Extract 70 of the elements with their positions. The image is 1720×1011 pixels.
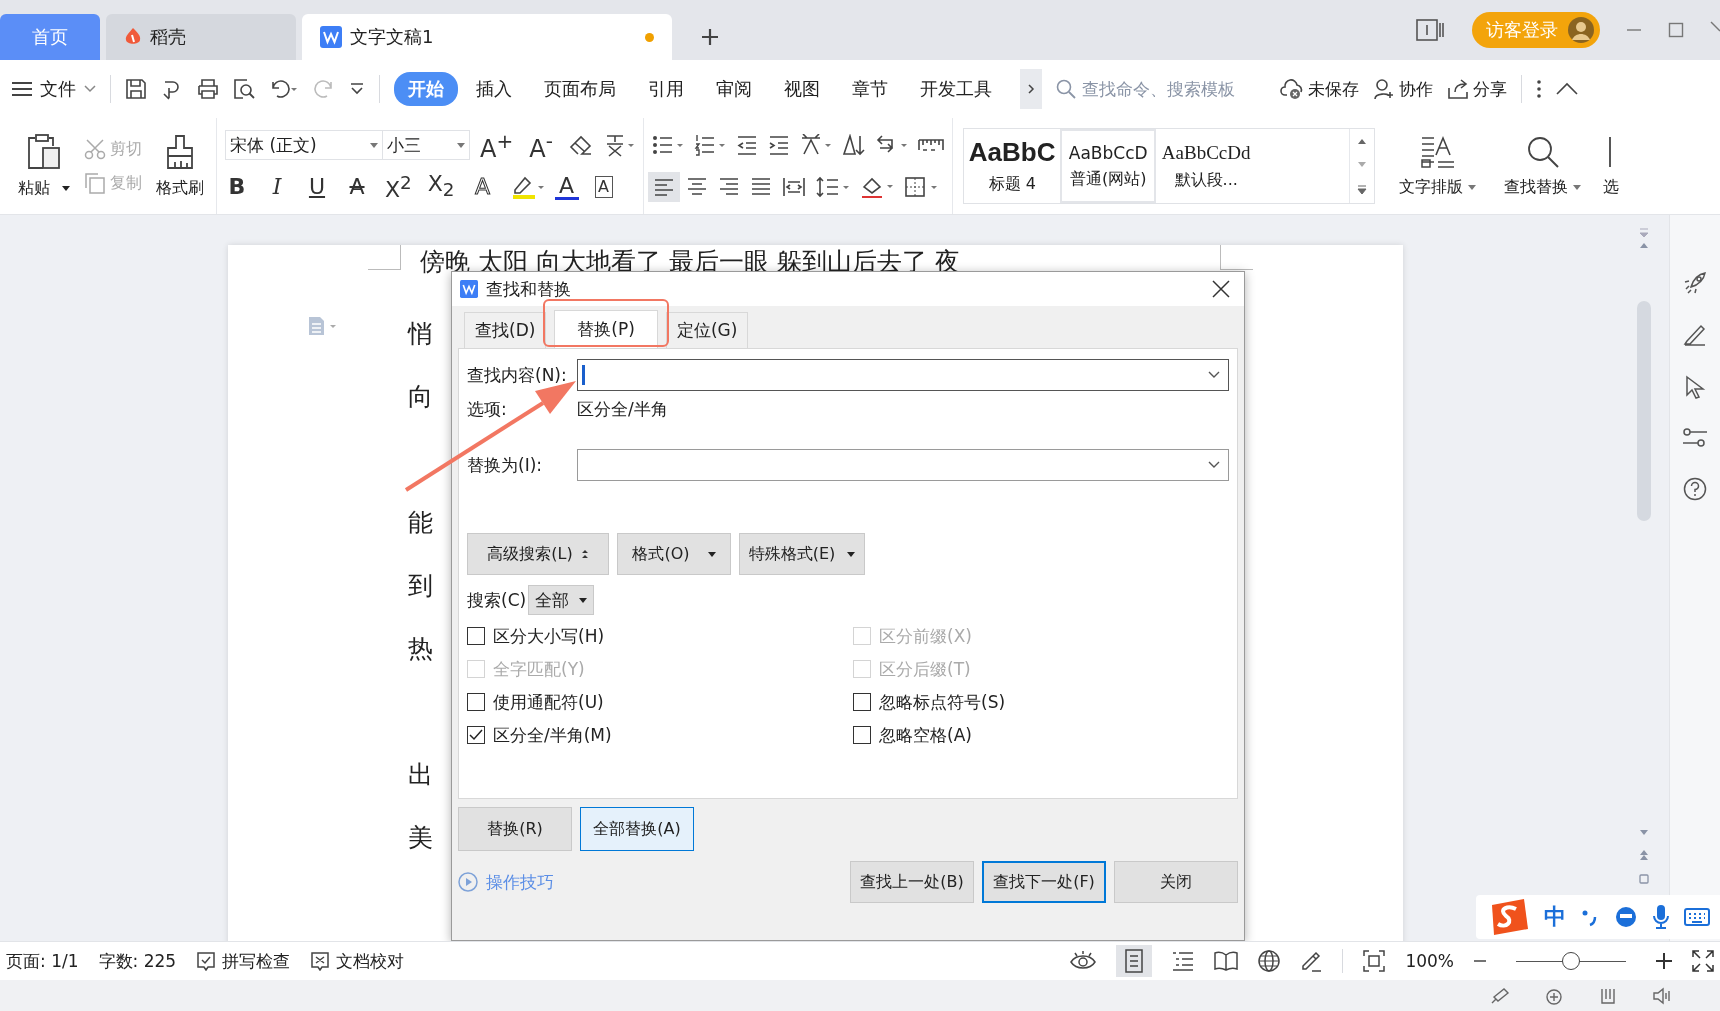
- ribbon-tab[interactable]: 视图: [770, 72, 834, 106]
- zoom-level[interactable]: 100%: [1405, 951, 1454, 971]
- dialog-button[interactable]: 查找下一处(F): [982, 861, 1106, 903]
- ribbon-tab[interactable]: 插入: [462, 72, 526, 106]
- font-size-select[interactable]: 小三: [382, 130, 470, 160]
- format-painter-button[interactable]: 格式刷: [152, 129, 208, 203]
- search-direction-select[interactable]: 全部: [528, 585, 595, 615]
- find-replace-button[interactable]: 查找替换: [1490, 118, 1596, 214]
- dialog-tab[interactable]: 替换(P): [554, 310, 658, 348]
- format-button[interactable]: X$_{2}$: [427, 170, 455, 204]
- style-preset[interactable]: AaBbCcDd 默认段...: [1156, 129, 1257, 203]
- document-text: 悄: [408, 318, 433, 350]
- window-tab[interactable]: 稻壳: [106, 14, 296, 60]
- dialog-button[interactable]: 关闭: [1114, 861, 1238, 903]
- window-tab[interactable]: 文字文稿1: [302, 14, 672, 60]
- search-label: 搜索(C): [467, 588, 527, 612]
- select-button[interactable]: 选: [1595, 118, 1620, 214]
- replace-button[interactable]: 替换(R): [458, 807, 572, 851]
- command-search-field[interactable]: 查找命令、搜索模板: [1056, 78, 1266, 100]
- style-preset[interactable]: AaBbC 标题 4: [964, 129, 1061, 203]
- checkbox-option[interactable]: 忽略标点符号(S): [853, 691, 1229, 713]
- field-label: 替换为(I):: [467, 453, 543, 477]
- dialog-button[interactable]: 查找上一处(B): [850, 861, 974, 903]
- checkbox-option[interactable]: 区分全/半角(M): [467, 724, 853, 746]
- dialog-tab[interactable]: 查找(D): [464, 312, 547, 348]
- options-value: 区分全/半角: [577, 397, 668, 421]
- ribbon-tab[interactable]: 开发工具: [906, 72, 1006, 106]
- dropdown-button[interactable]: 高级搜索(L): [467, 533, 609, 575]
- header-action-button[interactable]: 协作: [1373, 77, 1433, 101]
- page-count: 页面: 1/1: [6, 949, 79, 973]
- format-button[interactable]: I: [265, 174, 289, 200]
- checkbox-option[interactable]: 忽略空格(A): [853, 724, 1229, 746]
- format-button[interactable]: X$^{2}$: [385, 170, 412, 204]
- dropdown-button[interactable]: 格式(O): [617, 533, 731, 575]
- paste-button[interactable]: 粘贴: [14, 129, 74, 203]
- shrink-font-button[interactable]: A$^{-}$: [529, 128, 554, 162]
- header-action-button[interactable]: 未保存: [1280, 77, 1359, 101]
- ribbon-tab[interactable]: 引用: [634, 72, 698, 106]
- ribbon-tab[interactable]: 章节: [838, 72, 902, 106]
- checkbox-option[interactable]: 区分大小写(H): [467, 625, 853, 647]
- dropdown-button[interactable]: 特殊格式(E): [739, 533, 865, 575]
- text-layout-button[interactable]: 文字排版: [1385, 118, 1491, 214]
- style-preset[interactable]: AaBbCcD 普通(网站): [1060, 129, 1157, 203]
- replace-button[interactable]: 全部替换(A): [580, 807, 694, 851]
- header-action-button[interactable]: 分享: [1447, 77, 1507, 101]
- proofread-button[interactable]: 文档校对: [310, 949, 405, 973]
- format-button[interactable]: A: [554, 174, 579, 200]
- document-text: 美: [408, 822, 433, 854]
- format-button[interactable]: A: [594, 176, 613, 198]
- ribbon-tab[interactable]: 审阅: [702, 72, 766, 106]
- document-text: 到: [408, 570, 433, 602]
- dialog-tab[interactable]: 定位(G): [665, 312, 749, 348]
- dialog-title: 查找和替换: [486, 277, 571, 301]
- document-text: 向: [408, 381, 433, 413]
- word-count: 字数: 225: [98, 949, 177, 973]
- file-menu[interactable]: 文件: [12, 77, 96, 101]
- document-text: 出: [408, 759, 433, 791]
- font-select[interactable]: 宋体 (正文): [225, 130, 383, 160]
- document-text: 热: [408, 633, 433, 665]
- format-button[interactable]: B: [225, 174, 249, 200]
- document-text: 能: [408, 507, 433, 539]
- spell-check-button[interactable]: 拼写检查: [196, 949, 291, 973]
- field-label: 查找内容(N):: [467, 363, 568, 387]
- format-button[interactable]: A: [345, 174, 369, 200]
- field-label: 选项:: [467, 397, 508, 421]
- ribbon-tab[interactable]: 页面布局: [530, 72, 630, 106]
- format-button[interactable]: U: [305, 174, 329, 200]
- input-mode-toggle[interactable]: 中: [1544, 902, 1566, 932]
- checkbox-option[interactable]: 使用通配符(U): [467, 691, 853, 713]
- grow-font-button[interactable]: A$^{+}$: [480, 128, 514, 162]
